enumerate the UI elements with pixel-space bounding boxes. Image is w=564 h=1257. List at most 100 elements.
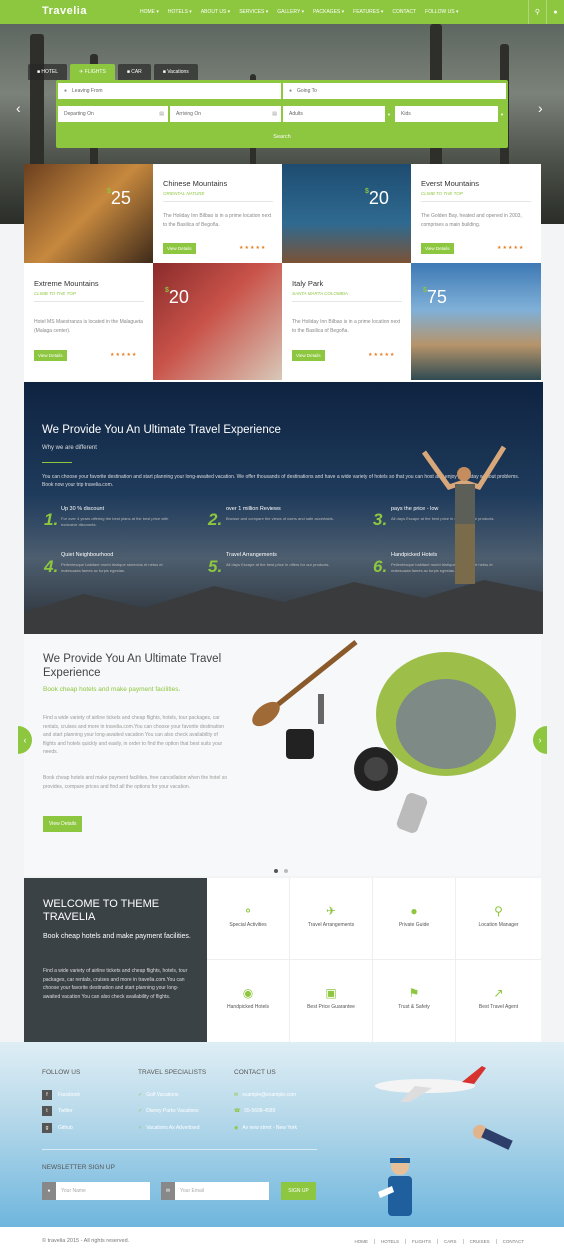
specialist-link[interactable]: ✓ Golf Vacations <box>138 1092 178 1098</box>
newsletter-title: NEWSLETTER SIGN UP <box>42 1164 115 1171</box>
travel-gear-image[interactable] <box>246 634 516 854</box>
arriving-on-input[interactable]: Arriving On ▤ <box>170 106 281 122</box>
contact-email[interactable]: ✉ example@example.com <box>234 1092 296 1098</box>
nav-services[interactable]: SERVICES ▾ <box>239 9 268 15</box>
map-marker-icon: ● <box>289 88 293 94</box>
experience-section: We Provide You An Ultimate Travel Experi… <box>24 382 543 634</box>
service-item[interactable]: ↗ Best Travel Agent <box>456 960 541 1042</box>
twitter-link[interactable]: t Twitter <box>42 1106 73 1116</box>
map-marker-icon: ◉ <box>234 1125 239 1131</box>
service-item[interactable]: ● Private Guide <box>373 878 456 960</box>
nav-home[interactable]: HOME ▾ <box>140 9 159 15</box>
logo[interactable]: Travelia <box>42 5 87 17</box>
price-value: 20 <box>168 287 189 307</box>
price-value: 75 <box>426 287 447 307</box>
service-item[interactable]: ⚑ Trust & Safety <box>373 960 456 1042</box>
search-icon[interactable]: ⚲ <box>528 0 546 24</box>
link-label: Golf Vacations <box>146 1092 179 1098</box>
view-details-button[interactable]: View Details <box>421 243 454 254</box>
nav-follow[interactable]: FOLLOW US ▾ <box>425 9 458 15</box>
specialist-link[interactable]: ✓ Disney Parks Vacations <box>138 1108 199 1114</box>
deal-title[interactable]: Everst Mountains <box>421 179 479 188</box>
deal-title[interactable]: Italy Park <box>292 279 323 288</box>
service-item[interactable]: ⚬ Special Activities <box>207 878 290 960</box>
chevron-down-icon: ▼ <box>498 106 506 122</box>
slider-dot[interactable] <box>274 869 278 873</box>
view-details-button[interactable]: View Details <box>292 350 325 361</box>
facebook-link[interactable]: f Facebook <box>42 1090 80 1100</box>
feature-title: Quiet Neighbourhood <box>61 552 114 558</box>
rating-stars: ★★★★★ <box>368 352 396 358</box>
phone-icon: ☎ <box>234 1108 241 1114</box>
footer-nav: HOME HOTELS FLIGHTS CARS CRUISES CONTACT <box>349 1239 530 1244</box>
prev-arrow-icon[interactable]: ‹ <box>16 100 21 116</box>
nav-packages[interactable]: PACKAGES ▾ <box>313 9 344 15</box>
nav-gallery[interactable]: GALLERY ▾ <box>277 9 304 15</box>
deal-price: $20 <box>165 287 189 308</box>
service-item[interactable]: ⚲ Location Manager <box>456 878 541 960</box>
kids-select[interactable]: Kids ▼ <box>395 106 506 122</box>
nav-features[interactable]: FEATURES ▾ <box>353 9 383 15</box>
bank-icon: ⚑ <box>408 986 420 1000</box>
deal-image-hotel-lobby[interactable]: $25 <box>24 164 153 263</box>
footer-link-hotels[interactable]: HOTELS <box>375 1239 407 1244</box>
main-nav: HOME ▾ HOTELS ▾ ABOUT US ▾ SERVICES ▾ GA… <box>140 0 468 24</box>
map-marker-icon: ◉ <box>242 986 254 1000</box>
footer-link-home[interactable]: HOME <box>349 1239 376 1244</box>
rating-stars: ★★★★★ <box>110 352 138 358</box>
view-details-button[interactable]: View Details <box>34 350 67 361</box>
slider-dot[interactable] <box>284 869 288 873</box>
contact-title: CONTACT US <box>234 1069 276 1076</box>
price-value: 20 <box>368 188 389 208</box>
gear-title: We Provide You An Ultimate Travel Experi… <box>43 653 222 679</box>
service-item[interactable]: ✈ Travel Arrangements <box>290 878 373 960</box>
deal-price: $20 <box>365 188 389 209</box>
deal-image-bedroom[interactable]: $20 <box>153 263 282 380</box>
footer-link-contact[interactable]: CONTACT <box>497 1239 530 1244</box>
deal-subtitle: SANTA MARTA COLOMBIA <box>292 291 348 296</box>
tab-vacations[interactable]: ■ Vacations <box>153 64 198 80</box>
newsletter-name-field[interactable]: ● Your Name <box>42 1182 150 1200</box>
divider <box>42 1149 317 1150</box>
name-placeholder: Your Name <box>61 1188 86 1194</box>
search-button[interactable]: Search <box>56 130 508 144</box>
divider <box>34 301 144 302</box>
deal-image-venice[interactable]: $75 <box>411 263 541 380</box>
next-arrow-icon[interactable]: › <box>538 100 543 116</box>
tab-flights[interactable]: ✈ FLIGHTS <box>70 64 115 80</box>
service-item[interactable]: ▣ Best Price Guarantee <box>290 960 373 1042</box>
nav-hotels[interactable]: HOTELS ▾ <box>168 9 192 15</box>
deal-card: Extreme Mountains CLIMB TO THE TOP Hotel… <box>24 263 153 380</box>
user-icon[interactable]: ● <box>546 0 564 24</box>
feature-number: 1. <box>44 510 59 529</box>
signup-button[interactable]: SIGN UP <box>281 1182 316 1200</box>
tab-hotel[interactable]: ■ HOTEL <box>28 64 68 80</box>
view-details-button[interactable]: View Details <box>43 816 83 832</box>
prev-slide-button[interactable]: ‹ <box>18 726 32 754</box>
next-slide-button[interactable]: › <box>533 726 547 754</box>
going-to-input[interactable]: ● Going To <box>283 83 506 99</box>
footer-link-cruises[interactable]: CRUISES <box>464 1239 497 1244</box>
adults-select[interactable]: Adults ▼ <box>283 106 393 122</box>
airplane-image <box>375 1066 486 1102</box>
footer-link-flights[interactable]: FLIGHTS <box>406 1239 439 1244</box>
feature-number: 2. <box>208 510 223 529</box>
deal-image-pool[interactable]: $20 <box>282 164 411 263</box>
view-details-button[interactable]: View Details <box>163 243 196 254</box>
tab-car[interactable]: ■ CAR <box>117 64 151 80</box>
newsletter-email-field[interactable]: ✉ Your Email <box>161 1182 269 1200</box>
github-link[interactable]: g Github <box>42 1123 73 1133</box>
experience-subtitle: Why we are different <box>42 445 97 451</box>
service-item[interactable]: ◉ Handpicked Hotels <box>207 960 290 1042</box>
nav-about[interactable]: ABOUT US ▾ <box>201 9 230 15</box>
link-label: Twitter <box>58 1108 73 1114</box>
leaving-from-input[interactable]: ● Leaving From <box>58 83 281 99</box>
footer-link-cars[interactable]: CARS <box>438 1239 464 1244</box>
deal-price: $25 <box>107 188 131 209</box>
departing-on-input[interactable]: Departing On ▤ <box>58 106 168 122</box>
specialist-link[interactable]: ✓ Vacations As Advertised <box>138 1125 199 1131</box>
deal-title[interactable]: Extreme Mountains <box>34 279 99 288</box>
nav-contact[interactable]: CONTACT <box>392 9 416 15</box>
deal-card: Everst Mountains CLIMB TO THE TOP The Go… <box>411 164 541 263</box>
deal-title[interactable]: Chinese Mountains <box>163 179 227 188</box>
